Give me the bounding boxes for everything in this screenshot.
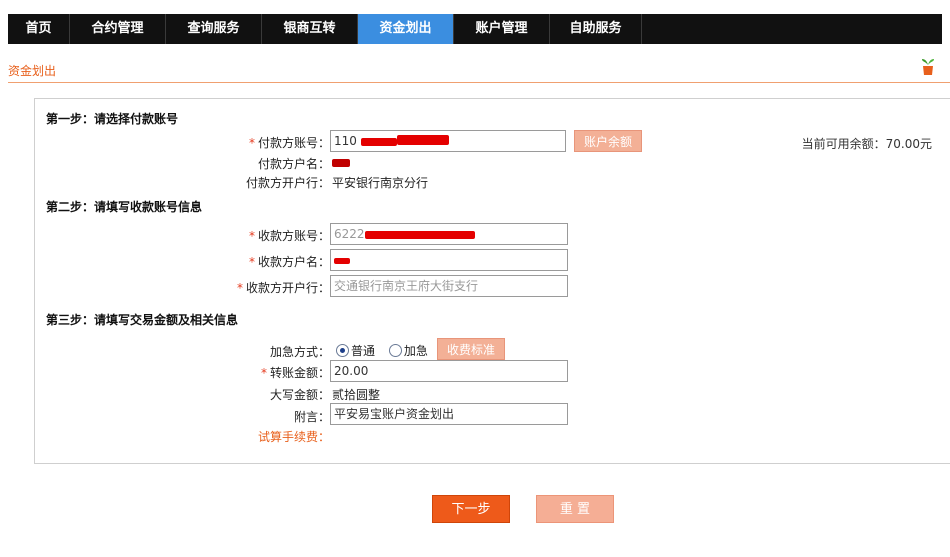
urgency-normal-radio[interactable]: 普通 bbox=[336, 344, 375, 358]
payer-name-value bbox=[332, 155, 350, 169]
tab-bank-transfer[interactable]: 银商互转 bbox=[262, 14, 358, 44]
memo-label: 附言： bbox=[293, 410, 330, 424]
tab-home[interactable]: 首页 bbox=[8, 14, 70, 44]
memo-field[interactable]: 平安易宝账户资金划出 bbox=[330, 403, 568, 425]
tab-self-service[interactable]: 自助服务 bbox=[550, 14, 642, 44]
payee-account-label: * 收款方账号： bbox=[248, 229, 330, 243]
top-nav: 首页 合约管理 查询服务 银商互转 资金划出 账户管理 自助服务 bbox=[8, 14, 942, 44]
tab-fund-out[interactable]: 资金划出 bbox=[358, 14, 454, 44]
payee-bank-field[interactable]: 交通银行南京王府大街支行 bbox=[330, 275, 568, 297]
amount-words-label: 大写金额： bbox=[269, 388, 330, 402]
payee-name-field[interactable] bbox=[330, 249, 568, 271]
urgency-label: 加急方式： bbox=[269, 345, 330, 359]
plant-icon bbox=[922, 59, 934, 75]
tab-query[interactable]: 查询服务 bbox=[166, 14, 262, 44]
urgency-express-radio[interactable]: 加急 bbox=[388, 344, 428, 358]
payer-name-label: 付款方户名： bbox=[257, 157, 330, 171]
divider bbox=[8, 82, 950, 83]
urgency-options: 普通 加急 bbox=[336, 342, 428, 359]
reset-button[interactable]: 重 置 bbox=[536, 495, 614, 523]
next-step-button[interactable]: 下一步 bbox=[432, 495, 510, 523]
payer-account-field[interactable]: 110 bbox=[330, 130, 566, 152]
payee-bank-label: * 收款方开户行： bbox=[236, 281, 330, 295]
payer-bank-value: 平安银行南京分行 bbox=[332, 176, 429, 190]
payee-account-field[interactable]: 6222 bbox=[330, 223, 568, 245]
tab-account[interactable]: 账户管理 bbox=[454, 14, 550, 44]
payee-name-label: * 收款方户名： bbox=[248, 255, 330, 269]
available-balance: 当前可用余额：70.00元 bbox=[801, 137, 932, 151]
amount-words-value: 贰拾圆整 bbox=[332, 388, 381, 402]
tab-contract[interactable]: 合约管理 bbox=[70, 14, 166, 44]
fee-standard-button[interactable]: 收费标准 bbox=[437, 338, 506, 360]
amount-field[interactable]: 20.00 bbox=[330, 360, 568, 382]
fee-calc-label: 试算手续费： bbox=[257, 430, 330, 444]
step1-title: 第一步：请选择付款账号 bbox=[46, 112, 179, 126]
payer-bank-label: 付款方开户行： bbox=[245, 176, 330, 190]
radio-checked-icon bbox=[336, 344, 349, 357]
account-balance-button[interactable]: 账户余额 bbox=[574, 130, 643, 152]
radio-unchecked-icon bbox=[388, 344, 402, 357]
step2-title: 第二步：请填写收款账号信息 bbox=[46, 200, 203, 214]
step3-title: 第三步：请填写交易金额及相关信息 bbox=[46, 313, 239, 327]
payer-account-label: * 付款方账号： bbox=[248, 136, 330, 150]
amount-label: * 转账金额： bbox=[260, 366, 330, 380]
breadcrumb: 资金划出 bbox=[8, 64, 57, 78]
